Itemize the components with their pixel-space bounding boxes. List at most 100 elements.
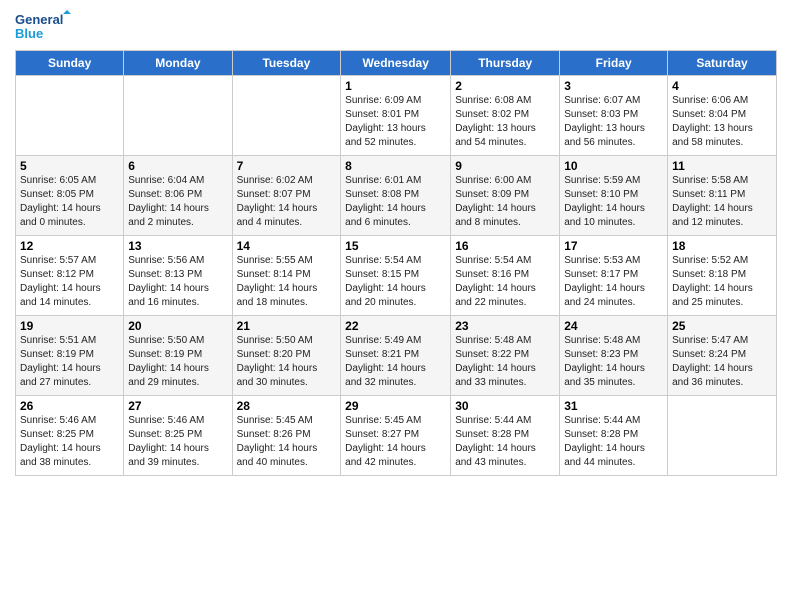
- day-info: Sunrise: 6:07 AMSunset: 8:03 PMDaylight:…: [564, 94, 663, 150]
- day-cell: 7Sunrise: 6:02 AMSunset: 8:07 PMDaylight…: [232, 156, 341, 236]
- day-info: Sunrise: 5:46 AMSunset: 8:25 PMDaylight:…: [20, 414, 119, 470]
- day-cell: 12Sunrise: 5:57 AMSunset: 8:12 PMDayligh…: [16, 236, 124, 316]
- day-cell: 18Sunrise: 5:52 AMSunset: 8:18 PMDayligh…: [668, 236, 777, 316]
- weekday-header-friday: Friday: [560, 51, 668, 76]
- day-info: Sunrise: 5:45 AMSunset: 8:27 PMDaylight:…: [345, 414, 446, 470]
- day-info: Sunrise: 5:44 AMSunset: 8:28 PMDaylight:…: [564, 414, 663, 470]
- day-number: 6: [128, 159, 227, 173]
- weekday-header-sunday: Sunday: [16, 51, 124, 76]
- day-number: 4: [672, 79, 772, 93]
- day-info: Sunrise: 6:01 AMSunset: 8:08 PMDaylight:…: [345, 174, 446, 230]
- day-cell: 27Sunrise: 5:46 AMSunset: 8:25 PMDayligh…: [124, 396, 232, 476]
- weekday-header-wednesday: Wednesday: [341, 51, 451, 76]
- day-info: Sunrise: 5:49 AMSunset: 8:21 PMDaylight:…: [345, 334, 446, 390]
- weekday-header-row: SundayMondayTuesdayWednesdayThursdayFrid…: [16, 51, 777, 76]
- day-number: 2: [455, 79, 555, 93]
- day-cell: 5Sunrise: 6:05 AMSunset: 8:05 PMDaylight…: [16, 156, 124, 236]
- day-cell: 11Sunrise: 5:58 AMSunset: 8:11 PMDayligh…: [668, 156, 777, 236]
- week-row-4: 19Sunrise: 5:51 AMSunset: 8:19 PMDayligh…: [16, 316, 777, 396]
- day-cell: 8Sunrise: 6:01 AMSunset: 8:08 PMDaylight…: [341, 156, 451, 236]
- week-row-5: 26Sunrise: 5:46 AMSunset: 8:25 PMDayligh…: [16, 396, 777, 476]
- day-number: 7: [237, 159, 337, 173]
- week-row-1: 1Sunrise: 6:09 AMSunset: 8:01 PMDaylight…: [16, 76, 777, 156]
- day-cell: 26Sunrise: 5:46 AMSunset: 8:25 PMDayligh…: [16, 396, 124, 476]
- day-cell: 4Sunrise: 6:06 AMSunset: 8:04 PMDaylight…: [668, 76, 777, 156]
- day-cell: 14Sunrise: 5:55 AMSunset: 8:14 PMDayligh…: [232, 236, 341, 316]
- day-number: 21: [237, 319, 337, 333]
- day-info: Sunrise: 5:55 AMSunset: 8:14 PMDaylight:…: [237, 254, 337, 310]
- day-info: Sunrise: 6:09 AMSunset: 8:01 PMDaylight:…: [345, 94, 446, 150]
- svg-text:Blue: Blue: [15, 26, 43, 41]
- day-number: 29: [345, 399, 446, 413]
- calendar-table: SundayMondayTuesdayWednesdayThursdayFrid…: [15, 50, 777, 476]
- day-number: 12: [20, 239, 119, 253]
- day-cell: 6Sunrise: 6:04 AMSunset: 8:06 PMDaylight…: [124, 156, 232, 236]
- weekday-header-monday: Monday: [124, 51, 232, 76]
- day-number: 24: [564, 319, 663, 333]
- day-info: Sunrise: 5:51 AMSunset: 8:19 PMDaylight:…: [20, 334, 119, 390]
- day-info: Sunrise: 5:44 AMSunset: 8:28 PMDaylight:…: [455, 414, 555, 470]
- day-info: Sunrise: 5:59 AMSunset: 8:10 PMDaylight:…: [564, 174, 663, 230]
- day-cell: 13Sunrise: 5:56 AMSunset: 8:13 PMDayligh…: [124, 236, 232, 316]
- day-number: 20: [128, 319, 227, 333]
- day-number: 18: [672, 239, 772, 253]
- day-info: Sunrise: 5:48 AMSunset: 8:22 PMDaylight:…: [455, 334, 555, 390]
- day-info: Sunrise: 5:54 AMSunset: 8:15 PMDaylight:…: [345, 254, 446, 310]
- week-row-2: 5Sunrise: 6:05 AMSunset: 8:05 PMDaylight…: [16, 156, 777, 236]
- day-cell: 9Sunrise: 6:00 AMSunset: 8:09 PMDaylight…: [451, 156, 560, 236]
- day-cell: 21Sunrise: 5:50 AMSunset: 8:20 PMDayligh…: [232, 316, 341, 396]
- day-number: 10: [564, 159, 663, 173]
- day-cell: 24Sunrise: 5:48 AMSunset: 8:23 PMDayligh…: [560, 316, 668, 396]
- day-info: Sunrise: 6:08 AMSunset: 8:02 PMDaylight:…: [455, 94, 555, 150]
- page: GeneralBlue SundayMondayTuesdayWednesday…: [0, 0, 792, 612]
- day-cell: 23Sunrise: 5:48 AMSunset: 8:22 PMDayligh…: [451, 316, 560, 396]
- day-info: Sunrise: 6:02 AMSunset: 8:07 PMDaylight:…: [237, 174, 337, 230]
- day-cell: 20Sunrise: 5:50 AMSunset: 8:19 PMDayligh…: [124, 316, 232, 396]
- day-number: 28: [237, 399, 337, 413]
- logo: GeneralBlue: [15, 10, 75, 42]
- day-info: Sunrise: 5:47 AMSunset: 8:24 PMDaylight:…: [672, 334, 772, 390]
- header: GeneralBlue: [15, 10, 777, 42]
- day-number: 13: [128, 239, 227, 253]
- day-number: 19: [20, 319, 119, 333]
- day-number: 27: [128, 399, 227, 413]
- day-number: 30: [455, 399, 555, 413]
- day-cell: 16Sunrise: 5:54 AMSunset: 8:16 PMDayligh…: [451, 236, 560, 316]
- day-cell: 31Sunrise: 5:44 AMSunset: 8:28 PMDayligh…: [560, 396, 668, 476]
- day-info: Sunrise: 5:46 AMSunset: 8:25 PMDaylight:…: [128, 414, 227, 470]
- day-cell: 29Sunrise: 5:45 AMSunset: 8:27 PMDayligh…: [341, 396, 451, 476]
- day-info: Sunrise: 5:57 AMSunset: 8:12 PMDaylight:…: [20, 254, 119, 310]
- day-number: 25: [672, 319, 772, 333]
- day-info: Sunrise: 5:53 AMSunset: 8:17 PMDaylight:…: [564, 254, 663, 310]
- day-cell: 25Sunrise: 5:47 AMSunset: 8:24 PMDayligh…: [668, 316, 777, 396]
- day-info: Sunrise: 5:54 AMSunset: 8:16 PMDaylight:…: [455, 254, 555, 310]
- day-info: Sunrise: 5:48 AMSunset: 8:23 PMDaylight:…: [564, 334, 663, 390]
- day-info: Sunrise: 5:56 AMSunset: 8:13 PMDaylight:…: [128, 254, 227, 310]
- day-info: Sunrise: 6:00 AMSunset: 8:09 PMDaylight:…: [455, 174, 555, 230]
- week-row-3: 12Sunrise: 5:57 AMSunset: 8:12 PMDayligh…: [16, 236, 777, 316]
- day-info: Sunrise: 5:52 AMSunset: 8:18 PMDaylight:…: [672, 254, 772, 310]
- svg-text:General: General: [15, 12, 63, 27]
- day-info: Sunrise: 5:45 AMSunset: 8:26 PMDaylight:…: [237, 414, 337, 470]
- day-number: 16: [455, 239, 555, 253]
- day-number: 26: [20, 399, 119, 413]
- weekday-header-saturday: Saturday: [668, 51, 777, 76]
- day-cell: 15Sunrise: 5:54 AMSunset: 8:15 PMDayligh…: [341, 236, 451, 316]
- day-cell: 19Sunrise: 5:51 AMSunset: 8:19 PMDayligh…: [16, 316, 124, 396]
- day-cell: 3Sunrise: 6:07 AMSunset: 8:03 PMDaylight…: [560, 76, 668, 156]
- day-cell: 30Sunrise: 5:44 AMSunset: 8:28 PMDayligh…: [451, 396, 560, 476]
- day-info: Sunrise: 6:06 AMSunset: 8:04 PMDaylight:…: [672, 94, 772, 150]
- day-number: 3: [564, 79, 663, 93]
- day-cell: 1Sunrise: 6:09 AMSunset: 8:01 PMDaylight…: [341, 76, 451, 156]
- day-cell: [668, 396, 777, 476]
- day-cell: [232, 76, 341, 156]
- weekday-header-tuesday: Tuesday: [232, 51, 341, 76]
- day-number: 23: [455, 319, 555, 333]
- day-number: 17: [564, 239, 663, 253]
- day-cell: 10Sunrise: 5:59 AMSunset: 8:10 PMDayligh…: [560, 156, 668, 236]
- day-cell: [124, 76, 232, 156]
- day-number: 14: [237, 239, 337, 253]
- day-number: 8: [345, 159, 446, 173]
- day-info: Sunrise: 6:04 AMSunset: 8:06 PMDaylight:…: [128, 174, 227, 230]
- day-info: Sunrise: 6:05 AMSunset: 8:05 PMDaylight:…: [20, 174, 119, 230]
